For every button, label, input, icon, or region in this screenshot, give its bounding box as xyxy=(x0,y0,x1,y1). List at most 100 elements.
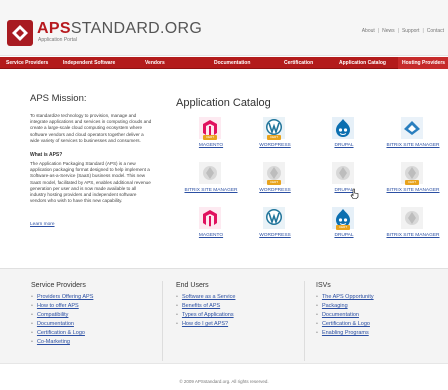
cert-badge: CERT APS xyxy=(203,135,217,144)
catalog-tile[interactable]: DRUPAL xyxy=(314,162,374,202)
magento-icon xyxy=(199,207,221,229)
list-item: • Compatibility xyxy=(31,312,69,318)
nav-service-providers[interactable]: Service Providers xyxy=(6,57,48,69)
footer-link[interactable]: Enabling Programs xyxy=(322,330,369,336)
list-item: • Co-Marketing xyxy=(31,339,70,345)
footer-link[interactable]: Documentation xyxy=(37,321,74,327)
catalog-tile[interactable]: MAGENTO xyxy=(181,207,241,247)
top-links: About | News | Support | Contact xyxy=(361,28,444,34)
top-link-about[interactable]: About xyxy=(362,28,375,34)
footer-link[interactable]: Types of Applications xyxy=(182,312,234,318)
catalog-tile[interactable]: BITRIX SITE MANAGER xyxy=(181,162,241,202)
column-title: End Users xyxy=(176,282,209,289)
hand-cursor-icon xyxy=(350,188,359,199)
tile-label[interactable]: MAGENTO xyxy=(176,143,246,148)
footer-link[interactable]: How do I get APS? xyxy=(182,321,228,327)
footer-link[interactable]: Software as a Service xyxy=(182,294,236,300)
list-item: • How to offer APS xyxy=(31,303,79,309)
top-link-contact[interactable]: Contact xyxy=(427,28,444,34)
footer-link[interactable]: The APS Opportunity xyxy=(322,294,374,300)
logo-subtitle: Application Portal xyxy=(38,37,77,43)
tile-label[interactable]: DRUPAL xyxy=(309,143,379,148)
column-divider xyxy=(162,281,163,361)
tile-label[interactable]: MAGENTO xyxy=(176,233,246,238)
list-item: • Enabling Programs xyxy=(316,330,369,336)
catalog-tile[interactable]: CERT APS WORDPRESS xyxy=(245,162,305,202)
catalog-tile[interactable]: WORDPRESS xyxy=(245,207,305,247)
cert-badge: CERT APS xyxy=(405,180,419,189)
tile-label[interactable]: DRUPAL xyxy=(309,233,379,238)
nav-certification[interactable]: Certification xyxy=(284,57,313,69)
catalog-tile[interactable]: CERT APS DRUPAL xyxy=(314,207,374,247)
mission-title: APS Mission: xyxy=(30,93,87,104)
list-item: • Providers Offering APS xyxy=(31,294,94,300)
cert-badge: CERT APS xyxy=(267,135,281,144)
tile-label[interactable]: BITRIX SITE MANAGER xyxy=(378,188,448,193)
catalog-tile[interactable]: BITRIX SITE MANAGER xyxy=(383,117,443,157)
copyright: © 2009 APSstandard.org. All rights reser… xyxy=(179,379,269,384)
nav-documentation[interactable]: Documentation xyxy=(214,57,250,69)
service-providers-column: Service Providers • Providers Offering AP… xyxy=(31,282,93,347)
logo-mark-icon xyxy=(7,20,33,46)
list-item: • Software as a Service xyxy=(176,294,236,300)
what-is-aps-title: What is APS? xyxy=(30,152,63,159)
tile-label[interactable]: BITRIX SITE MANAGER xyxy=(176,188,246,193)
footer-link[interactable]: Co-Marketing xyxy=(37,339,70,345)
list-item: • How do I get APS? xyxy=(176,321,229,327)
footer-link[interactable]: Certification & Logo xyxy=(37,330,85,336)
drupal-icon xyxy=(332,117,354,139)
nav-application-catalog[interactable]: Application Catalog xyxy=(339,57,386,69)
column-divider xyxy=(304,281,305,361)
nav-independent-software[interactable]: Independent Software xyxy=(63,57,115,69)
tile-label[interactable]: WORDPRESS xyxy=(240,143,310,148)
learn-more-link[interactable]: Learn more xyxy=(30,222,55,227)
catalog-title: Application Catalog xyxy=(176,97,271,109)
tile-label[interactable]: WORDPRESS xyxy=(240,188,310,193)
list-item: • Certification & Logo xyxy=(31,330,85,336)
catalog-tile[interactable]: DRUPAL xyxy=(314,117,374,157)
catalog-tile[interactable]: CERT APS MAGENTO xyxy=(181,117,241,157)
column-title: Service Providers xyxy=(31,282,86,289)
catalog-tile[interactable]: CERT APS WORDPRESS xyxy=(245,117,305,157)
generic-app-icon xyxy=(199,162,221,184)
wordpress-icon xyxy=(263,207,285,229)
tile-label[interactable]: BITRIX SITE MANAGER xyxy=(378,233,448,238)
footer-link[interactable]: Packaging xyxy=(322,303,348,309)
list-item: • Types of Applications xyxy=(176,312,234,318)
footer-link[interactable]: Certification & Logo xyxy=(322,321,370,327)
tile-label[interactable]: DRUPAL xyxy=(309,188,379,193)
footer-link[interactable]: How to offer APS xyxy=(37,303,79,309)
top-link-support[interactable]: Support xyxy=(402,28,420,34)
tile-label[interactable]: BITRIX SITE MANAGER xyxy=(378,143,448,148)
mission-section: APS Mission: To standardize technology t… xyxy=(30,93,153,230)
list-item: • Documentation xyxy=(316,312,359,318)
footer-link[interactable]: Compatibility xyxy=(37,312,68,318)
catalog-tile[interactable]: CERT APS BITRIX SITE MANAGER xyxy=(383,162,443,202)
logo-text: APSSTANDARD.ORG xyxy=(37,20,203,37)
catalog-tile[interactable]: BITRIX SITE MANAGER xyxy=(383,207,443,247)
footer-link[interactable]: Benefits of APS xyxy=(182,303,220,309)
cert-badge: CERT APS xyxy=(336,225,350,234)
what-is-aps-paragraph: The Application Packaging Standard (APS)… xyxy=(30,161,151,204)
footer-link[interactable]: Providers Offering APS xyxy=(37,294,93,300)
generic-app-icon xyxy=(332,162,354,184)
list-item: • Certification & Logo xyxy=(316,321,370,327)
bitrix-icon xyxy=(401,117,423,139)
column-title: ISVs xyxy=(316,282,331,289)
nav-vendors[interactable]: Vendors xyxy=(145,57,165,69)
nav-hosting-providers[interactable]: Hosting Providers xyxy=(398,57,448,69)
list-item: • Packaging xyxy=(316,303,348,309)
footer-link[interactable]: Documentation xyxy=(322,312,359,318)
cert-badge: CERT APS xyxy=(267,180,281,189)
bottom-links-section: Service Providers • Providers Offering AP… xyxy=(0,268,448,364)
end-users-column: End Users • Software as a Service • Benefi… xyxy=(176,282,235,329)
site-logo[interactable]: APSSTANDARD.ORG Application Portal xyxy=(7,20,202,46)
top-link-news[interactable]: News xyxy=(382,28,395,34)
list-item: • Documentation xyxy=(31,321,74,327)
list-item: • Benefits of APS xyxy=(176,303,221,309)
isvs-column: ISVs • The APS Opportunity • Packaging • Do… xyxy=(316,282,374,338)
tile-label[interactable]: WORDPRESS xyxy=(240,233,310,238)
main-nav: Service Providers Independent Software V… xyxy=(0,57,448,69)
generic-app-icon xyxy=(401,207,423,229)
list-item: • The APS Opportunity xyxy=(316,294,374,300)
